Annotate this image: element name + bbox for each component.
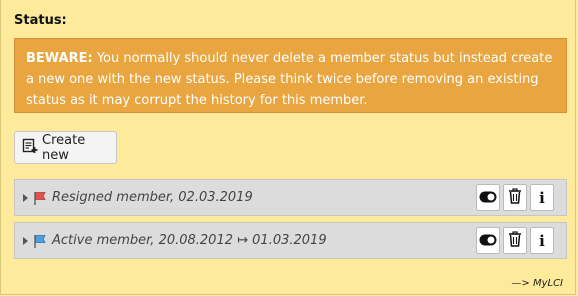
red-flag-icon [32, 190, 48, 206]
warning-box: BEWARE: You normally should never delete… [14, 38, 567, 113]
delete-button[interactable] [503, 184, 527, 211]
row-actions: i [476, 184, 554, 211]
info-icon: i [539, 188, 545, 207]
info-button[interactable]: i [530, 227, 554, 254]
create-new-label: Create new [42, 132, 86, 163]
toggle-icon [479, 231, 497, 250]
row-actions: i [476, 227, 554, 254]
add-document-icon [22, 138, 42, 158]
expand-caret-icon[interactable] [23, 193, 28, 202]
delete-button[interactable] [503, 227, 527, 254]
toggle-icon [479, 188, 497, 207]
status-row[interactable]: Resigned member, 02.03.2019 i [14, 179, 567, 216]
warning-text: You normally should never delete a membe… [26, 51, 553, 108]
info-icon: i [539, 231, 545, 250]
expand-caret-icon[interactable] [23, 236, 28, 245]
section-title: Status: [14, 13, 67, 28]
trash-icon [508, 230, 522, 251]
status-panel: Status: BEWARE: You normally should neve… [0, 0, 576, 295]
blue-flag-icon [32, 233, 48, 249]
status-label: Resigned member, 02.03.2019 [52, 190, 253, 205]
info-button[interactable]: i [530, 184, 554, 211]
trash-icon [508, 187, 522, 208]
status-row[interactable]: Active member, 20.08.2012 ↦ 01.03.2019 i [14, 222, 567, 259]
warning-prefix: BEWARE: [26, 51, 93, 66]
status-label: Active member, 20.08.2012 ↦ 01.03.2019 [52, 233, 327, 248]
toggle-button[interactable] [476, 227, 500, 254]
create-new-button[interactable]: Create new [14, 131, 117, 164]
toggle-button[interactable] [476, 184, 500, 211]
footer-link[interactable]: —> MyLCI [511, 278, 563, 289]
